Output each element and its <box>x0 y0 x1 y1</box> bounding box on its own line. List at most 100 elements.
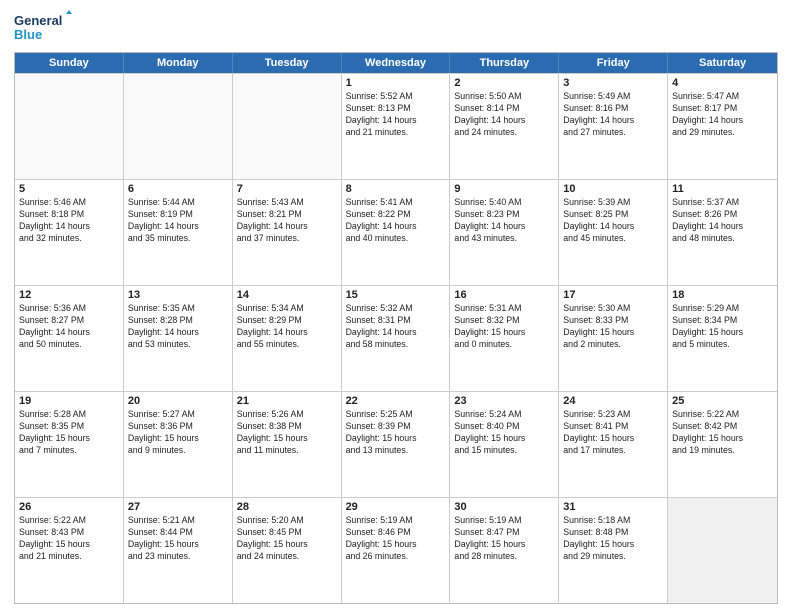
calendar-cell-10: 10Sunrise: 5:39 AMSunset: 8:25 PMDayligh… <box>559 180 668 285</box>
cell-info-line: Sunset: 8:21 PM <box>237 209 337 221</box>
calendar-cell-4: 4Sunrise: 5:47 AMSunset: 8:17 PMDaylight… <box>668 74 777 179</box>
cell-info-line: Daylight: 15 hours <box>454 433 554 445</box>
weekday-header-friday: Friday <box>559 53 668 73</box>
cell-info-line: Sunset: 8:31 PM <box>346 315 446 327</box>
cell-info-line: Sunrise: 5:19 AM <box>346 515 446 527</box>
cell-info-line: Sunrise: 5:43 AM <box>237 197 337 209</box>
calendar-cell-7: 7Sunrise: 5:43 AMSunset: 8:21 PMDaylight… <box>233 180 342 285</box>
cell-info-line: Sunset: 8:41 PM <box>563 421 663 433</box>
calendar-cell-20: 20Sunrise: 5:27 AMSunset: 8:36 PMDayligh… <box>124 392 233 497</box>
cell-info-line: Sunrise: 5:27 AM <box>128 409 228 421</box>
cell-info-line: Sunset: 8:39 PM <box>346 421 446 433</box>
weekday-header-thursday: Thursday <box>450 53 559 73</box>
day-number: 29 <box>346 501 446 513</box>
calendar-cell-12: 12Sunrise: 5:36 AMSunset: 8:27 PMDayligh… <box>15 286 124 391</box>
day-number: 31 <box>563 501 663 513</box>
cell-info-line: Daylight: 14 hours <box>672 115 773 127</box>
day-number: 16 <box>454 289 554 301</box>
cell-info-line: Daylight: 15 hours <box>563 433 663 445</box>
cell-info-line: and 53 minutes. <box>128 339 228 351</box>
cell-info-line: Sunset: 8:46 PM <box>346 527 446 539</box>
cell-info-line: Daylight: 14 hours <box>346 221 446 233</box>
cell-info-line: Sunrise: 5:35 AM <box>128 303 228 315</box>
cell-info-line: and 24 minutes. <box>454 127 554 139</box>
day-number: 11 <box>672 183 773 195</box>
cell-info-line: Daylight: 14 hours <box>563 115 663 127</box>
calendar-row-3: 19Sunrise: 5:28 AMSunset: 8:35 PMDayligh… <box>15 391 777 497</box>
logo: General Blue <box>14 10 74 46</box>
cell-info-line: Daylight: 15 hours <box>454 327 554 339</box>
calendar-cell-6: 6Sunrise: 5:44 AMSunset: 8:19 PMDaylight… <box>124 180 233 285</box>
day-number: 18 <box>672 289 773 301</box>
day-number: 27 <box>128 501 228 513</box>
cell-info-line: Daylight: 15 hours <box>19 433 119 445</box>
cell-info-line: Sunrise: 5:22 AM <box>19 515 119 527</box>
calendar-cell-22: 22Sunrise: 5:25 AMSunset: 8:39 PMDayligh… <box>342 392 451 497</box>
cell-info-line: Sunset: 8:25 PM <box>563 209 663 221</box>
day-number: 12 <box>19 289 119 301</box>
cell-info-line: Sunrise: 5:21 AM <box>128 515 228 527</box>
cell-info-line: Sunset: 8:34 PM <box>672 315 773 327</box>
cell-info-line: and 48 minutes. <box>672 233 773 245</box>
cell-info-line: and 11 minutes. <box>237 445 337 457</box>
cell-info-line: Daylight: 15 hours <box>672 327 773 339</box>
calendar-cell-14: 14Sunrise: 5:34 AMSunset: 8:29 PMDayligh… <box>233 286 342 391</box>
cell-info-line: Sunrise: 5:39 AM <box>563 197 663 209</box>
cell-info-line: Daylight: 14 hours <box>128 221 228 233</box>
cell-info-line: Sunset: 8:16 PM <box>563 103 663 115</box>
cell-info-line: Sunset: 8:47 PM <box>454 527 554 539</box>
cell-info-line: Sunrise: 5:36 AM <box>19 303 119 315</box>
calendar-cell-8: 8Sunrise: 5:41 AMSunset: 8:22 PMDaylight… <box>342 180 451 285</box>
weekday-header-sunday: Sunday <box>15 53 124 73</box>
cell-info-line: Sunset: 8:26 PM <box>672 209 773 221</box>
cell-info-line: Sunset: 8:14 PM <box>454 103 554 115</box>
cell-info-line: Sunset: 8:18 PM <box>19 209 119 221</box>
cell-info-line: Sunrise: 5:49 AM <box>563 91 663 103</box>
weekday-header-monday: Monday <box>124 53 233 73</box>
cell-info-line: Sunrise: 5:47 AM <box>672 91 773 103</box>
calendar-cell-empty-4-6 <box>668 498 777 603</box>
cell-info-line: Sunset: 8:45 PM <box>237 527 337 539</box>
svg-text:General: General <box>14 13 62 28</box>
day-number: 19 <box>19 395 119 407</box>
calendar-body: 1Sunrise: 5:52 AMSunset: 8:13 PMDaylight… <box>15 73 777 603</box>
calendar-cell-13: 13Sunrise: 5:35 AMSunset: 8:28 PMDayligh… <box>124 286 233 391</box>
cell-info-line: Sunrise: 5:44 AM <box>128 197 228 209</box>
calendar-cell-empty-0-1 <box>124 74 233 179</box>
day-number: 30 <box>454 501 554 513</box>
day-number: 14 <box>237 289 337 301</box>
cell-info-line: Sunset: 8:22 PM <box>346 209 446 221</box>
cell-info-line: Sunrise: 5:18 AM <box>563 515 663 527</box>
cell-info-line: Sunrise: 5:20 AM <box>237 515 337 527</box>
calendar-cell-5: 5Sunrise: 5:46 AMSunset: 8:18 PMDaylight… <box>15 180 124 285</box>
cell-info-line: Sunrise: 5:46 AM <box>19 197 119 209</box>
day-number: 4 <box>672 77 773 89</box>
cell-info-line: Sunrise: 5:25 AM <box>346 409 446 421</box>
cell-info-line: Daylight: 15 hours <box>19 539 119 551</box>
calendar-cell-18: 18Sunrise: 5:29 AMSunset: 8:34 PMDayligh… <box>668 286 777 391</box>
cell-info-line: Sunrise: 5:24 AM <box>454 409 554 421</box>
cell-info-line: Sunset: 8:36 PM <box>128 421 228 433</box>
day-number: 24 <box>563 395 663 407</box>
cell-info-line: Sunset: 8:43 PM <box>19 527 119 539</box>
calendar-cell-3: 3Sunrise: 5:49 AMSunset: 8:16 PMDaylight… <box>559 74 668 179</box>
day-number: 6 <box>128 183 228 195</box>
day-number: 20 <box>128 395 228 407</box>
calendar-cell-28: 28Sunrise: 5:20 AMSunset: 8:45 PMDayligh… <box>233 498 342 603</box>
cell-info-line: Sunset: 8:42 PM <box>672 421 773 433</box>
cell-info-line: Sunrise: 5:31 AM <box>454 303 554 315</box>
weekday-header-tuesday: Tuesday <box>233 53 342 73</box>
cell-info-line: and 37 minutes. <box>237 233 337 245</box>
day-number: 13 <box>128 289 228 301</box>
cell-info-line: and 15 minutes. <box>454 445 554 457</box>
cell-info-line: and 9 minutes. <box>128 445 228 457</box>
calendar-cell-27: 27Sunrise: 5:21 AMSunset: 8:44 PMDayligh… <box>124 498 233 603</box>
svg-text:Blue: Blue <box>14 27 42 42</box>
cell-info-line: Daylight: 15 hours <box>128 539 228 551</box>
cell-info-line: Daylight: 15 hours <box>563 327 663 339</box>
cell-info-line: Sunset: 8:29 PM <box>237 315 337 327</box>
cell-info-line: Daylight: 15 hours <box>346 539 446 551</box>
cell-info-line: Sunset: 8:35 PM <box>19 421 119 433</box>
cell-info-line: Sunset: 8:23 PM <box>454 209 554 221</box>
cell-info-line: and 35 minutes. <box>128 233 228 245</box>
